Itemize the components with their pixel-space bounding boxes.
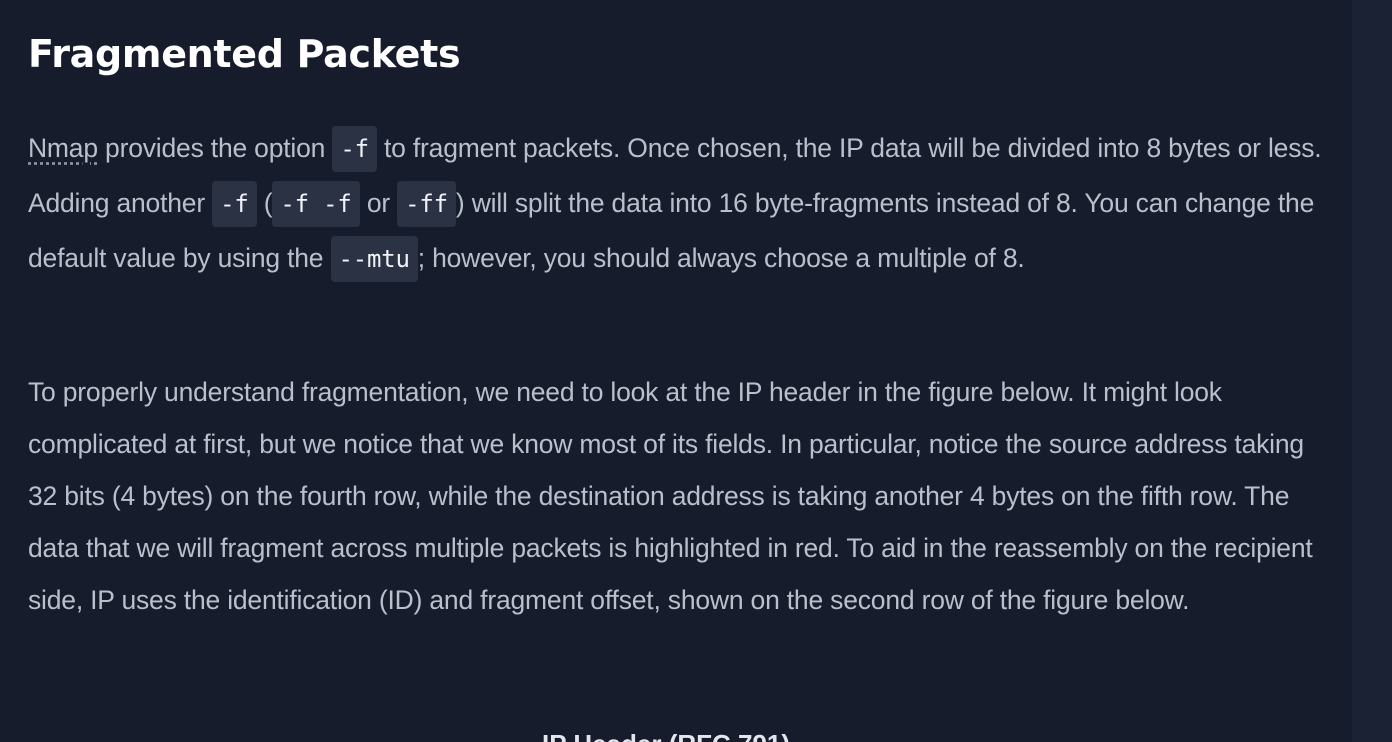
paragraph-text: or — [359, 188, 398, 218]
paragraph-text: ; however, you should always choose a mu… — [417, 243, 1025, 273]
article-content: Fragmented Packets Nmap provides the opt… — [0, 0, 1352, 742]
inline-code-mtu: --mtu — [330, 236, 418, 282]
inline-code-f: -f — [332, 126, 377, 172]
scrollbar-track[interactable] — [1352, 0, 1392, 742]
section-heading: Fragmented Packets — [28, 32, 461, 76]
paragraph-text: provides the option — [97, 133, 333, 163]
inline-code-f-f: -f -f — [272, 181, 360, 227]
paragraph-ip-header: To properly understand fragmentation, we… — [28, 377, 1313, 615]
figure-caption: IP Header (RFC 791) — [542, 728, 790, 742]
paragraph-fragmentation-options: Nmap provides the option -f to fragment … — [28, 121, 1323, 286]
paragraph-text: ( — [256, 188, 273, 218]
nmap-abbreviation[interactable]: Nmap — [28, 133, 98, 163]
inline-code-f: -f — [212, 181, 257, 227]
page: Fragmented Packets Nmap provides the opt… — [0, 0, 1392, 742]
inline-code-ff: -ff — [397, 181, 456, 227]
